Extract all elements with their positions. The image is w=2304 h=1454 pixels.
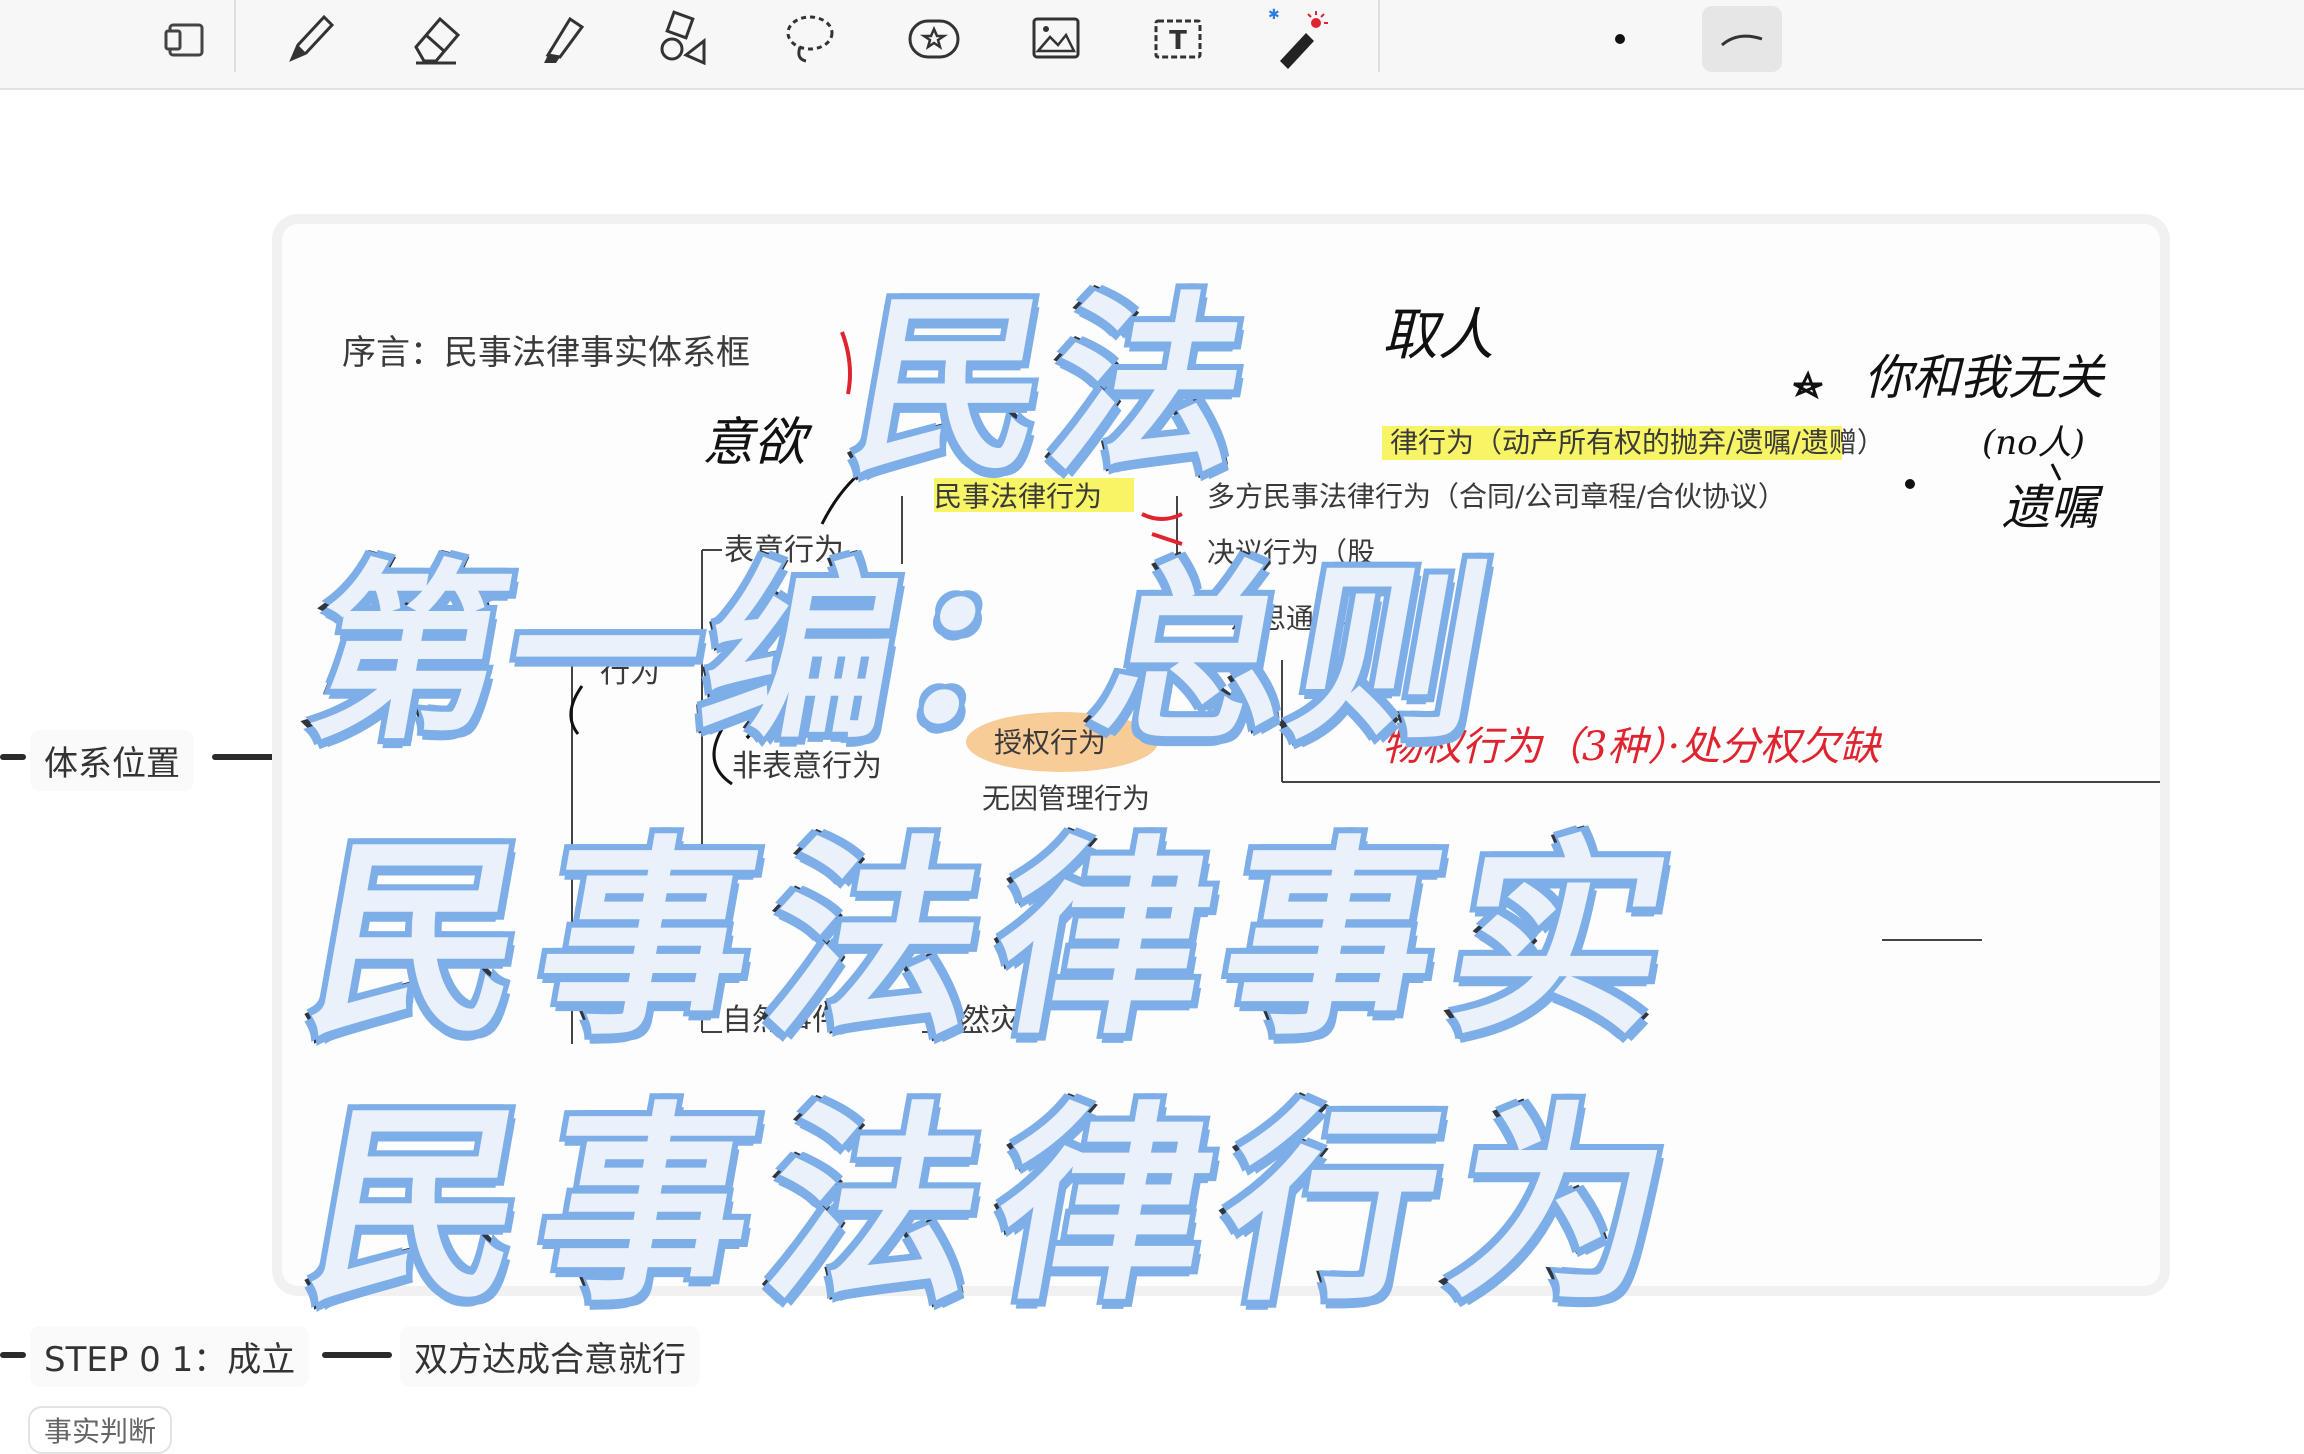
connector-line xyxy=(0,1352,26,1358)
image-icon[interactable] xyxy=(1016,6,1096,72)
overlay-title-line-4: 民事法律行为 xyxy=(288,1079,1709,1334)
node-system-position[interactable]: 体系位置 xyxy=(30,730,194,791)
connector-line xyxy=(322,1352,392,1358)
eraser-icon[interactable] xyxy=(396,6,476,72)
stroke-style-icon[interactable] xyxy=(1702,6,1782,72)
overlay-title-line-3: 民事法律事实 xyxy=(288,813,1709,1068)
pen-icon[interactable] xyxy=(270,6,350,72)
note-hw-will: 意欲 xyxy=(702,413,813,473)
dot-size-icon[interactable] xyxy=(1574,6,1654,72)
sticker-icon[interactable] xyxy=(894,6,974,72)
svg-text:T: T xyxy=(1169,26,1187,56)
connector-line xyxy=(0,754,26,760)
svg-text:✱: ✱ xyxy=(1268,7,1280,23)
toolbar: T ✱ xyxy=(0,0,2304,90)
highlighter-icon[interactable] xyxy=(520,6,600,72)
node-step1[interactable]: STEP 0 1：成立 xyxy=(30,1326,310,1387)
overlay-title-line-2: 第一编：总则 xyxy=(291,539,1516,770)
connector-line xyxy=(212,754,280,760)
lasso-icon[interactable] xyxy=(770,6,850,72)
shapes-icon[interactable] xyxy=(644,6,724,72)
note-preface: 序言：民事法律事实体系框 xyxy=(342,333,750,373)
node-fact-tag[interactable]: 事实判断 xyxy=(28,1406,173,1454)
text-box-icon[interactable]: T xyxy=(1138,6,1218,72)
laser-pointer-icon[interactable]: ✱ xyxy=(1260,6,1340,72)
page-layout-icon[interactable] xyxy=(146,6,226,72)
overlay-title-line-1: 民法 xyxy=(833,271,1274,502)
